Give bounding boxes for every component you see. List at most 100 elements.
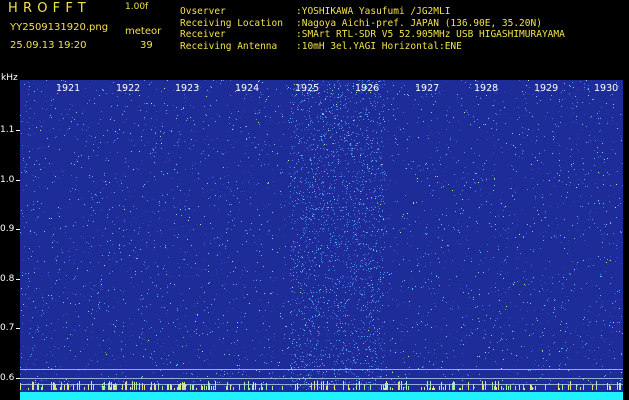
noise-pixel [24,161,25,162]
noise-pixel [51,323,52,324]
noise-pixel [167,194,168,195]
noise-pixel [580,236,581,237]
noise-pixel [567,148,568,149]
noise-pixel [434,293,435,294]
noise-pixel [256,184,257,185]
noise-pixel [420,170,421,171]
noise-pixel [30,231,31,232]
noise-pixel [125,199,126,200]
noise-pixel [59,149,60,150]
noise-pixel [194,180,195,181]
noise-pixel [511,165,512,166]
noise-pixel [270,120,271,121]
noise-pixel [581,117,582,118]
noise-pixel [330,183,331,184]
noise-pixel [420,264,421,265]
noise-pixel [160,140,161,141]
noise-pixel [137,285,138,286]
noise-pixel [196,318,197,319]
noise-pixel [188,194,189,195]
noise-pixel [551,95,552,96]
noise-pixel [138,125,139,126]
noise-pixel [210,86,211,87]
noise-pixel [167,364,168,365]
noise-pixel [20,367,21,368]
noise-pixel [119,244,120,245]
noise-pixel [399,264,400,265]
noise-pixel [302,257,303,258]
noise-pixel [601,304,602,305]
noise-pixel [428,126,429,127]
noise-pixel [320,289,321,290]
noise-pixel [326,322,327,323]
noise-pixel [385,226,386,227]
noise-pixel [59,269,60,270]
noise-pixel [22,275,23,276]
noise-pixel [255,287,256,288]
noise-pixel [600,359,601,360]
noise-pixel [431,94,432,95]
noise-pixel [507,349,508,350]
noise-pixel [181,215,182,216]
noise-pixel [84,204,85,205]
noise-pixel [431,253,432,254]
noise-pixel [171,131,172,132]
noise-pixel [242,347,243,348]
noise-pixel [25,105,26,106]
noise-pixel [204,154,205,155]
noise-pixel [527,135,528,136]
noise-pixel [602,152,603,153]
noise-pixel [39,288,40,289]
noise-pixel [65,232,66,233]
noise-pixel [563,285,564,286]
noise-pixel [223,323,224,324]
noise-pixel [613,104,614,105]
noise-pixel [457,97,458,98]
noise-pixel [567,327,568,328]
noise-pixel [168,323,169,324]
noise-pixel [412,289,413,290]
noise-pixel [205,269,206,270]
noise-pixel [398,154,399,155]
noise-pixel [398,304,399,305]
noise-pixel [153,199,154,200]
noise-pixel [559,180,560,181]
noise-pixel [101,374,102,375]
noise-pixel [88,311,89,312]
noise-pixel [24,306,25,307]
noise-pixel [264,141,265,142]
noise-pixel [164,353,165,354]
noise-pixel [189,288,190,289]
noise-pixel [150,277,151,278]
noise-pixel [33,350,34,351]
noise-pixel [64,346,65,347]
noise-pixel [262,149,263,150]
noise-pixel [523,137,524,138]
noise-pixel [22,294,23,295]
noise-pixel [450,334,451,335]
noise-pixel [259,300,260,301]
noise-pixel [569,273,570,274]
noise-pixel [448,250,449,251]
noise-pixel [154,213,155,214]
noise-pixel [617,299,618,300]
noise-pixel [382,293,383,294]
noise-pixel [182,346,183,347]
noise-pixel [480,252,481,253]
noise-pixel [68,346,69,347]
noise-pixel [345,316,346,317]
noise-pixel [400,232,401,233]
noise-pixel [597,122,598,123]
noise-pixel [362,181,363,182]
noise-pixel [330,130,331,131]
noise-pixel [198,178,199,179]
noise-pixel [70,303,71,304]
noise-pixel [594,212,595,213]
noise-pixel [271,293,272,294]
noise-pixel [590,306,591,307]
info-value: :SMArt RTL-SDR V5 52.905MHz USB HIGASHIM… [296,29,565,41]
noise-pixel [433,190,434,191]
noise-pixel [345,244,346,245]
noise-pixel [444,228,445,229]
noise-pixel [216,273,217,274]
